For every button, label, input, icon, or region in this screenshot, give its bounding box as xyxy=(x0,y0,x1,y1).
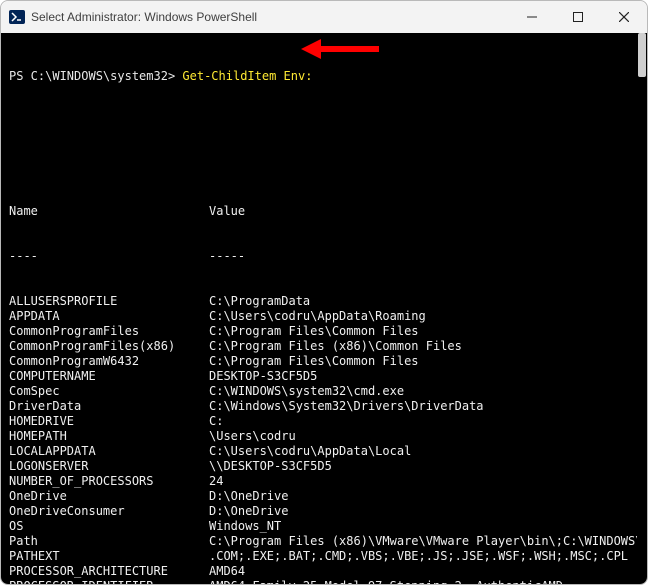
table-row: NUMBER_OF_PROCESSORS24 xyxy=(9,474,633,489)
window: Select Administrator: Windows PowerShell… xyxy=(0,0,648,585)
console-output[interactable]: PS C:\WINDOWS\system32> Get-ChildItem En… xyxy=(1,33,637,584)
table-row: CommonProgramFiles(x86)C:\Program Files … xyxy=(9,339,633,354)
table-row: COMPUTERNAMEDESKTOP-S3CF5D5 xyxy=(9,369,633,384)
table-row: PROCESSOR_ARCHITECTUREAMD64 xyxy=(9,564,633,579)
table-row: OneDriveD:\OneDrive xyxy=(9,489,633,504)
scrollbar-thumb[interactable] xyxy=(638,33,646,77)
table-row: PATHEXT.COM;.EXE;.BAT;.CMD;.VBS;.VBE;.JS… xyxy=(9,549,633,564)
powershell-icon xyxy=(9,9,25,25)
table-header-divider: --------- xyxy=(9,249,633,264)
table-row: HOMEDRIVEC: xyxy=(9,414,633,429)
titlebar[interactable]: Select Administrator: Windows PowerShell xyxy=(1,1,647,33)
table-row: LOGONSERVER\\DESKTOP-S3CF5D5 xyxy=(9,459,633,474)
table-row: APPDATAC:\Users\codru\AppData\Roaming xyxy=(9,309,633,324)
table-row: ALLUSERSPROFILEC:\ProgramData xyxy=(9,294,633,309)
table-row: DriverDataC:\Windows\System32\Drivers\Dr… xyxy=(9,399,633,414)
close-button[interactable] xyxy=(601,1,647,33)
prompt-line: PS C:\WINDOWS\system32> Get-ChildItem En… xyxy=(9,69,633,84)
table-row: OSWindows_NT xyxy=(9,519,633,534)
table-header: NameValue xyxy=(9,204,633,219)
maximize-button[interactable] xyxy=(555,1,601,33)
table-row: ComSpecC:\WINDOWS\system32\cmd.exe xyxy=(9,384,633,399)
table-row: OneDriveConsumerD:\OneDrive xyxy=(9,504,633,519)
table-row: HOMEPATH\Users\codru xyxy=(9,429,633,444)
window-title: Select Administrator: Windows PowerShell xyxy=(31,10,257,24)
table-row: CommonProgramFilesC:\Program Files\Commo… xyxy=(9,324,633,339)
minimize-button[interactable] xyxy=(509,1,555,33)
table-row: CommonProgramW6432C:\Program Files\Commo… xyxy=(9,354,633,369)
terminal-content[interactable]: PS C:\WINDOWS\system32> Get-ChildItem En… xyxy=(1,33,647,584)
table-row: PathC:\Program Files (x86)\VMware\VMware… xyxy=(9,534,633,549)
table-row: LOCALAPPDATAC:\Users\codru\AppData\Local xyxy=(9,444,633,459)
scrollbar[interactable] xyxy=(637,33,647,584)
table-row: PROCESSOR_IDENTIFIERAMD64 Family 25 Mode… xyxy=(9,579,633,584)
